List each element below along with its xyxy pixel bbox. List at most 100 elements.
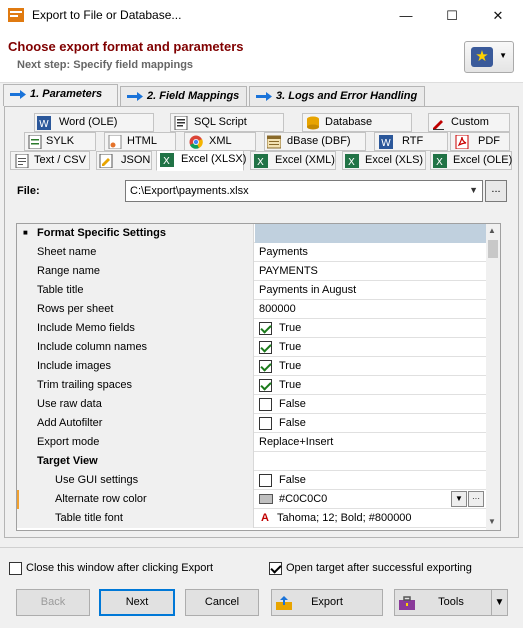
- tab-excel-xls[interactable]: X Excel (XLS): [342, 151, 426, 170]
- grid-row-include-images[interactable]: Include images True: [17, 357, 487, 376]
- tools-button[interactable]: Tools ▼: [394, 589, 508, 616]
- scroll-up-icon[interactable]: ▲: [488, 226, 496, 235]
- scroll-down-icon[interactable]: ▼: [488, 517, 496, 526]
- checkbox[interactable]: [269, 562, 282, 575]
- sql-script-icon: [174, 116, 188, 130]
- tab-excel-xlsx[interactable]: X Excel (XLSX): [156, 150, 246, 171]
- grid-row-use-gui-settings[interactable]: Use GUI settings False: [17, 471, 487, 490]
- checkbox[interactable]: [259, 341, 272, 354]
- file-path-value: C:\Export\payments.xlsx: [130, 185, 249, 197]
- maximize-button[interactable]: ☐: [429, 0, 475, 31]
- rtf-icon: W: [379, 135, 393, 149]
- tab-parameters[interactable]: 1. Parameters: [3, 84, 118, 106]
- excel-icon: X: [345, 154, 359, 168]
- tab-word-ole[interactable]: W Word (OLE): [34, 113, 154, 132]
- export-app-icon: [8, 8, 24, 22]
- ellipsis-button[interactable]: ···: [468, 491, 484, 507]
- chevron-down-icon[interactable]: ▼: [491, 590, 507, 615]
- arrow-right-icon: [127, 92, 143, 101]
- grid-row-target-view[interactable]: Target View: [17, 452, 487, 471]
- export-button[interactable]: Export: [271, 589, 383, 616]
- tab-xml[interactable]: XML: [184, 132, 256, 151]
- tab-sql-script[interactable]: SQL Script: [170, 113, 284, 132]
- tab-excel-xml[interactable]: X Excel (XML): [250, 151, 336, 170]
- grid-row-table-title[interactable]: Table title Payments in August: [17, 281, 487, 300]
- grid-row-include-memo-fields[interactable]: Include Memo fields True: [17, 319, 487, 338]
- pen-icon: [433, 120, 444, 130]
- checkbox[interactable]: [259, 360, 272, 373]
- format-settings-grid[interactable]: ■ Format Specific Settings Sheet name Pay…: [16, 223, 501, 531]
- json-icon: [99, 154, 113, 168]
- pdf-icon: [455, 135, 469, 149]
- grid-row-rows-per-sheet[interactable]: Rows per sheet 800000: [17, 300, 487, 319]
- checkbox[interactable]: [259, 379, 272, 392]
- svg-text:X: X: [436, 157, 443, 168]
- grid-row-table-title-font[interactable]: Table title font A Tahoma; 12; Bold; #80…: [17, 509, 487, 528]
- tab-dbase-dbf[interactable]: dBase (DBF): [264, 132, 366, 151]
- arrow-right-icon: [10, 90, 26, 99]
- next-button[interactable]: Next: [99, 589, 175, 616]
- minimize-button[interactable]: —: [383, 0, 429, 31]
- tab-excel-ole[interactable]: X Excel (OLE): [430, 151, 512, 170]
- tab-html[interactable]: HTML: [104, 132, 176, 151]
- tab-custom[interactable]: Custom: [428, 113, 510, 132]
- grid-row-trim-trailing-spaces[interactable]: Trim trailing spaces True: [17, 376, 487, 395]
- close-button[interactable]: ✕: [475, 0, 521, 31]
- grid-row-sheet-name[interactable]: Sheet name Payments: [17, 243, 487, 262]
- file-label: File:: [17, 185, 40, 197]
- tab-sylk[interactable]: SYLK: [24, 132, 96, 151]
- favorites-button[interactable]: ★ ▼: [464, 41, 514, 73]
- page-title: Choose export format and parameters: [8, 39, 244, 54]
- sylk-icon: [28, 135, 42, 149]
- wizard-header: Choose export format and parameters Next…: [0, 31, 523, 83]
- html-icon: [108, 135, 122, 149]
- grid-section-header[interactable]: ■ Format Specific Settings: [17, 224, 487, 243]
- grid-row-range-name[interactable]: Range name PAYMENTS: [17, 262, 487, 281]
- cancel-button[interactable]: Cancel: [185, 589, 259, 616]
- star-icon: ★: [471, 47, 493, 67]
- checkbox[interactable]: [9, 562, 22, 575]
- next-step-hint: Next step: Specify field mappings: [17, 59, 194, 71]
- tab-database[interactable]: Database: [302, 113, 412, 132]
- checkbox[interactable]: [259, 474, 272, 487]
- svg-text:X: X: [257, 157, 264, 168]
- toolbox-icon: [399, 596, 415, 610]
- export-icon: [276, 596, 292, 610]
- collapse-icon[interactable]: ■: [23, 224, 28, 242]
- grid-row-use-raw-data[interactable]: Use raw data False: [17, 395, 487, 414]
- font-icon: A: [261, 512, 269, 524]
- chevron-down-icon[interactable]: ▼: [451, 491, 467, 507]
- checkbox[interactable]: [259, 322, 272, 335]
- tab-rtf[interactable]: W RTF: [374, 132, 448, 151]
- grid-row-add-autofilter[interactable]: Add Autofilter False: [17, 414, 487, 433]
- browse-file-button[interactable]: ...: [485, 180, 507, 202]
- title-bar: Export to File or Database... — ☐ ✕: [0, 0, 523, 31]
- word-icon: W: [37, 116, 51, 130]
- checkbox[interactable]: [259, 417, 272, 430]
- scroll-thumb[interactable]: [488, 240, 498, 258]
- grid-scrollbar[interactable]: ▲ ▼: [486, 224, 500, 530]
- tab-text-csv[interactable]: Text / CSV: [10, 151, 90, 170]
- tab-pdf[interactable]: PDF: [450, 132, 510, 151]
- grid-row-alternate-row-color[interactable]: Alternate row color #C0C0C0 ▼ ···: [17, 490, 487, 509]
- file-path-combobox[interactable]: C:\Export\payments.xlsx ▼: [125, 180, 483, 202]
- svg-text:W: W: [381, 138, 391, 149]
- grid-row-include-column-names[interactable]: Include column names True: [17, 338, 487, 357]
- text-file-icon: [15, 154, 29, 168]
- wizard-tabs: 1. Parameters 2. Field Mappings 3. Logs …: [0, 84, 523, 106]
- tab-json[interactable]: JSON: [96, 151, 152, 170]
- grid-row-export-mode[interactable]: Export mode Replace+Insert: [17, 433, 487, 452]
- excel-icon: X: [433, 154, 447, 168]
- tab-logs-error-handling[interactable]: 3. Logs and Error Handling: [249, 86, 425, 106]
- chevron-down-icon[interactable]: ▼: [469, 185, 478, 195]
- back-button[interactable]: Back: [16, 589, 90, 616]
- checkbox[interactable]: [259, 398, 272, 411]
- divider: [0, 547, 523, 548]
- window-title: Export to File or Database...: [32, 8, 182, 22]
- svg-text:X: X: [163, 156, 170, 167]
- tab-field-mappings[interactable]: 2. Field Mappings: [120, 86, 247, 106]
- chevron-down-icon: ▼: [499, 51, 507, 60]
- dbase-icon: [267, 135, 281, 149]
- arrow-right-icon: [256, 92, 272, 101]
- color-swatch: [259, 494, 273, 504]
